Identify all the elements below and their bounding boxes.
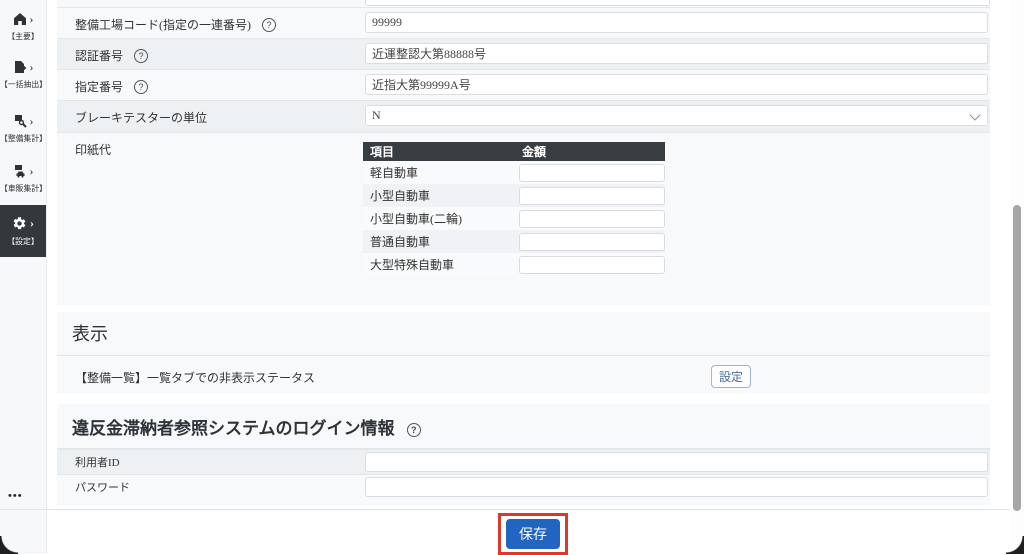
clipped-previous-row	[57, 0, 990, 8]
amount-input-kei[interactable]	[519, 164, 665, 182]
document-export-icon	[13, 60, 27, 74]
section-title-login-info: 違反金滞納者参照システムのログイン情報 ?	[57, 404, 990, 439]
table-header-row: 項目 金額	[363, 142, 665, 161]
table-row: 小型自動車(二輪)	[363, 207, 665, 230]
password-row: パスワード	[57, 474, 990, 499]
field-label: 指定番号	[75, 80, 123, 94]
chevron-down-icon	[969, 109, 980, 120]
help-icon[interactable]: ?	[262, 18, 276, 32]
designation-number-input[interactable]	[365, 74, 988, 95]
table-row: 普通自動車	[363, 230, 665, 253]
login-info-section: 違反金滞納者参照システムのログイン情報 ? 利用者ID パスワード	[57, 404, 990, 505]
selected-option: N	[372, 108, 381, 122]
settings-form-section: 整備工場コード(指定の一連番号) ? 認証番号 ? 指定番号 ? ブレーキテスタ…	[57, 0, 990, 305]
section-title-display: 表示	[57, 312, 990, 346]
user-id-row: 利用者ID	[57, 449, 990, 474]
help-icon[interactable]: ?	[134, 49, 148, 63]
sidebar-item-label: 【設定】	[7, 235, 38, 246]
chevron-right-icon: ›	[30, 165, 34, 177]
sidebar-item-batch-export[interactable]: › 【一括抽出】	[0, 58, 46, 92]
display-section: 表示 【整備一覧】一覧タブでの非表示ステータス 設定	[57, 312, 990, 394]
scrollbar-thumb[interactable]	[1013, 205, 1021, 511]
document-wrench-icon	[13, 114, 27, 128]
table-row: 大型特殊自動車	[363, 253, 665, 276]
row-label: 普通自動車	[363, 233, 519, 250]
column-header-amount: 金額	[522, 143, 665, 160]
sidebar-item-maintenance-summary[interactable]: › 【整備集計】	[0, 112, 46, 146]
field-label: 利用者ID	[57, 454, 365, 470]
sidebar-item-label: 【車販集計】	[0, 182, 46, 193]
form-row-brake-tester-unit: ブレーキテスターの単位 N	[57, 100, 990, 132]
factory-code-input[interactable]	[365, 12, 988, 33]
table-row: 小型自動車	[363, 184, 665, 207]
row-label: 軽自動車	[363, 164, 519, 181]
configure-button[interactable]: 設定	[711, 365, 751, 388]
stamp-duty-table: 項目 金額 軽自動車 小型自動車 小型自動車(二輪) 普通自動車 大型特殊自動車	[363, 142, 665, 276]
sidebar-item-vehicle-sales-summary[interactable]: › 【車販集計】	[0, 162, 46, 196]
row-label: 小型自動車(二輪)	[363, 210, 519, 227]
home-icon	[13, 12, 27, 26]
clipped-input	[365, 0, 990, 6]
field-label: パスワード	[57, 479, 365, 495]
chevron-right-icon: ›	[30, 61, 34, 73]
footer-divider	[0, 509, 1010, 510]
hidden-status-row: 【整備一覧】一覧タブでの非表示ステータス 設定	[57, 356, 990, 400]
field-label: ブレーキテスターの単位	[75, 111, 207, 125]
table-row: 軽自動車	[363, 161, 665, 184]
document-car-icon	[13, 164, 27, 178]
amount-input-ordinary[interactable]	[519, 233, 665, 251]
column-header-item: 項目	[363, 143, 522, 160]
chevron-right-icon: ›	[30, 115, 34, 127]
field-label: 整備工場コード(指定の一連番号)	[75, 18, 251, 32]
help-icon[interactable]: ?	[134, 80, 148, 94]
more-menu-icon[interactable]: •••	[8, 490, 23, 502]
row-label: 大型特殊自動車	[363, 256, 519, 273]
form-row-designation-number: 指定番号 ?	[57, 69, 990, 100]
row-label: 【整備一覧】一覧タブでの非表示ステータス	[75, 369, 315, 386]
user-id-input[interactable]	[365, 452, 988, 472]
chevron-right-icon: ›	[30, 217, 34, 229]
sidebar-item-main[interactable]: › 【主要】	[0, 10, 46, 44]
sidebar-item-settings[interactable]: › 【設定】	[0, 205, 46, 257]
save-button[interactable]: 保存	[506, 519, 560, 549]
sidebar-item-label: 【主要】	[7, 30, 38, 41]
password-input[interactable]	[365, 477, 988, 497]
chevron-right-icon: ›	[30, 13, 34, 25]
sidebar: › 【主要】 › 【一括抽出】 › 【整備集計】 › 【車販集計】	[0, 0, 47, 554]
highlight-annotation-box: 保存	[498, 513, 568, 555]
certification-number-input[interactable]	[365, 43, 988, 64]
field-label: 認証番号	[75, 49, 123, 63]
amount-input-small-two-wheel[interactable]	[519, 210, 665, 228]
brake-tester-unit-select[interactable]: N	[365, 105, 988, 126]
amount-input-small[interactable]	[519, 187, 665, 205]
form-row-certification-number: 認証番号 ?	[57, 38, 990, 69]
row-label: 小型自動車	[363, 187, 519, 204]
sidebar-item-label: 【整備集計】	[0, 132, 46, 143]
form-row-stamp-duty: 印紙代 項目 金額 軽自動車 小型自動車 小型自動車(二輪) 普通自動車	[57, 132, 990, 307]
form-row-factory-code: 整備工場コード(指定の一連番号) ?	[57, 8, 990, 38]
amount-input-large-special[interactable]	[519, 256, 665, 274]
sidebar-item-label: 【一括抽出】	[0, 78, 46, 89]
field-label: 印紙代	[75, 143, 111, 157]
help-icon[interactable]: ?	[407, 423, 421, 437]
gear-icon	[12, 216, 27, 231]
